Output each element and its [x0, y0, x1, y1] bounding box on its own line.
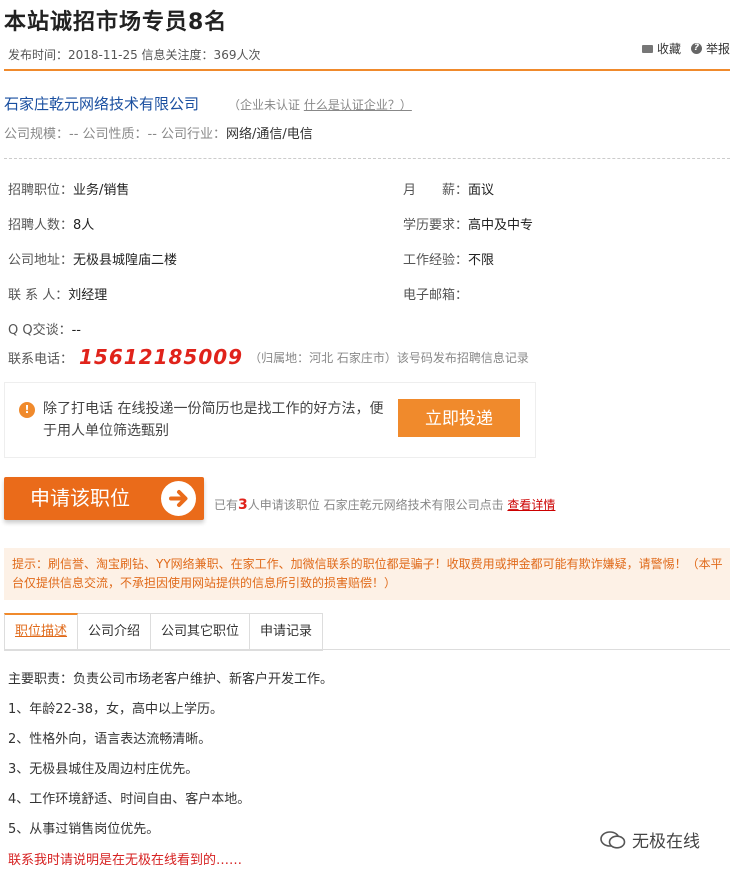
tab-other-positions[interactable]: 公司其它职位 [151, 613, 251, 651]
education-label: 学历要求： [403, 218, 469, 233]
qq-label: Q Q交谈： [8, 323, 72, 338]
question-icon: ? [690, 43, 702, 54]
cert-status-text: （企业未认证 [228, 98, 301, 112]
tab-apply-records[interactable]: 申请记录 [250, 613, 324, 651]
desc-line: 2、性格外向，语言表达流畅清晰。 [8, 732, 212, 747]
resume-tip-box: ! 除了打电话 在线投递一份简历也是找工作的好方法，便于用人单位筛选甄别 立即投… [4, 382, 536, 458]
apply-button-label: 申请该职位 [30, 486, 130, 510]
watermark-text: 无极在线 [632, 832, 700, 852]
apply-button[interactable]: 申请该职位 [4, 477, 204, 520]
experience-value: 不限 [468, 253, 495, 268]
arrow-right-icon [161, 481, 196, 516]
header-actions: 收藏 ? 举报 [641, 40, 730, 57]
salary-label: 月 薪： [403, 183, 469, 198]
contact-reminder: 联系我时请说明是在无极在线看到的…… [8, 853, 243, 868]
tip-text: 除了打电话 在线投递一份简历也是找工作的好方法，便于用人单位筛选甄别 [43, 401, 384, 439]
address-value: 无极县城隍庙二楼 [73, 253, 178, 268]
count-row: 招聘人数：8人 [8, 214, 94, 233]
header-divider [4, 69, 730, 71]
phone-number: 15612185009 [79, 345, 244, 369]
email-label: 电子邮箱： [403, 288, 469, 303]
favorite-label: 收藏 [656, 42, 681, 56]
company-info: 公司规模：-- 公司性质：-- 公司行业：网络/通信/电信 [4, 123, 313, 142]
wechat-icon [600, 830, 626, 849]
qq-value: -- [71, 323, 81, 338]
desc-line: 主要职责：负责公司市场老客户维护、新客户开发工作。 [8, 672, 334, 687]
apply-note: 已有3人申请该职位 石家庄乾元网络技术有限公司点击 查看详情 [214, 496, 555, 513]
education-value: 高中及中专 [468, 218, 534, 233]
tab-company-intro[interactable]: 公司介绍 [78, 613, 152, 651]
post-meta: 发布时间：2018-11-25 信息关注度：369人次 [8, 48, 261, 62]
report-button[interactable]: ? 举报 [690, 40, 730, 57]
desc-line: 4、工作环境舒适、时间自由、客户本地。 [8, 792, 251, 807]
tab-bar: 职位描述 公司介绍 公司其它职位 申请记录 [4, 613, 324, 651]
count-value: 8人 [73, 218, 95, 233]
apply-note-prefix: 已有 [214, 498, 239, 512]
phone-note: （归属地：河北 石家庄市）该号码发布招聘信息记录 [249, 350, 529, 365]
folder-icon [641, 44, 653, 53]
phone-row: 联系电话： 15612185009 （归属地：河北 石家庄市）该号码发布招聘信息… [8, 345, 529, 369]
warning-text: 提示：刷信誉、淘宝刷钻、YY网络兼职、在家工作、加微信联系的职位都是骗子！收取费… [12, 557, 723, 590]
apply-note-suffix: 人申请该职位 石家庄乾元网络技术有限公司点击 [247, 498, 504, 512]
phone-label: 联系电话： [8, 351, 74, 367]
count-label: 招聘人数： [8, 218, 74, 233]
company-industry: 网络/通信/电信 [226, 127, 313, 142]
salary-row: 月 薪：面议 [403, 179, 494, 198]
company-link[interactable]: 石家庄乾元网络技术有限公司 [4, 93, 199, 114]
cert-status: （企业未认证 什么是认证企业？） [228, 96, 412, 113]
position-label: 招聘职位： [8, 183, 74, 198]
desc-line: 3、无极县城住及周边村庄优先。 [8, 762, 199, 777]
qq-row: Q Q交谈：-- [8, 319, 81, 338]
email-row: 电子邮箱： [403, 284, 468, 303]
company-scale-text: 公司规模：-- 公司性质：-- 公司行业： [4, 127, 227, 142]
contact-row: 联 系 人：刘经理 [8, 284, 107, 303]
desc-line: 1、年龄22-38，女，高中以上学历。 [8, 702, 224, 717]
page-title: 本站诚招市场专员8名 [4, 10, 228, 35]
exclamation-icon: ! [19, 402, 35, 418]
education-row: 学历要求：高中及中专 [403, 214, 533, 233]
tab-job-description[interactable]: 职位描述 [4, 613, 79, 651]
apply-count: 3 [238, 497, 248, 513]
watermark: 无极在线 [600, 827, 700, 852]
address-row: 公司地址：无极县城隍庙二楼 [8, 249, 177, 268]
position-value: 业务/销售 [73, 183, 130, 198]
report-label: 举报 [705, 42, 730, 56]
tab-divider [4, 649, 730, 650]
post-resume-button[interactable]: 立即投递 [398, 399, 520, 437]
view-detail-link[interactable]: 查看详情 [507, 498, 555, 512]
experience-label: 工作经验： [403, 253, 469, 268]
fraud-warning: 提示：刷信誉、淘宝刷钻、YY网络兼职、在家工作、加微信联系的职位都是骗子！收取费… [4, 548, 730, 600]
favorite-button[interactable]: 收藏 [641, 40, 681, 57]
contact-label: 联 系 人： [8, 288, 69, 303]
experience-row: 工作经验：不限 [403, 249, 494, 268]
cert-help-link[interactable]: 什么是认证企业？） [304, 98, 412, 112]
salary-value: 面议 [468, 183, 495, 198]
address-label: 公司地址： [8, 253, 74, 268]
divider [4, 158, 730, 159]
position-row: 招聘职位：业务/销售 [8, 179, 129, 198]
contact-value: 刘经理 [68, 288, 108, 303]
desc-line: 5、从事过销售岗位优先。 [8, 822, 160, 837]
